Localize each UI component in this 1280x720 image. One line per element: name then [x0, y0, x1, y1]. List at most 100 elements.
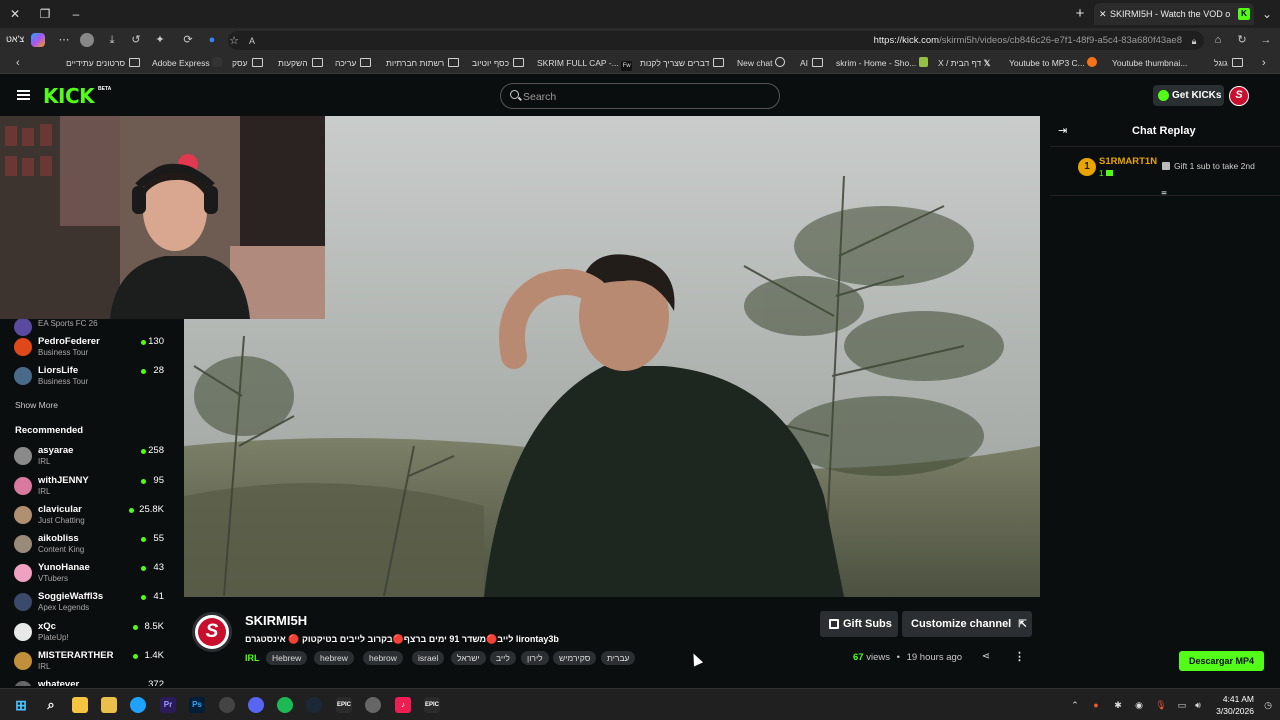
tag-chip[interactable]: ישראל [451, 651, 486, 665]
hamburger-menu-icon[interactable] [17, 90, 30, 100]
network-icon[interactable]: ▭ [1176, 699, 1188, 711]
profile-name[interactable]: צ'אט [6, 34, 24, 44]
search-bar[interactable] [500, 83, 780, 109]
bookmark-8[interactable]: דברים שצריך לקנות [640, 57, 725, 70]
bookmarks-overflow-icon[interactable]: › [1262, 57, 1266, 70]
spotify-icon[interactable] [277, 697, 293, 713]
reload-icon[interactable]: ↻ [1234, 32, 1250, 48]
share-icon[interactable]: ⋖ [980, 651, 992, 663]
vpn-icon[interactable]: ● [204, 32, 220, 48]
extensions-icon[interactable]: ✦ [152, 32, 168, 48]
bookmark-13[interactable]: Youtube to MP3 C... [1009, 57, 1098, 70]
edge-browser-icon[interactable] [130, 697, 146, 713]
tray-chevron-icon[interactable]: ⌃ [1069, 699, 1081, 711]
bookmark-7[interactable]: SKRIM FULL CAP -... Fw [537, 57, 633, 71]
bookmark-1[interactable]: Adobe Express [152, 57, 223, 70]
tag-chip[interactable]: סקירמיש [553, 651, 597, 665]
download-mp4-button[interactable]: Descargar MP4 [1179, 651, 1264, 671]
sidebar-channel[interactable]: whatever 372 [14, 678, 164, 686]
new-tab-icon[interactable]: + [1071, 5, 1089, 23]
customize-channel-button[interactable]: Customize channel ⇱ [902, 611, 1032, 637]
notifications-icon[interactable]: ◷ [1262, 699, 1274, 711]
app-icon[interactable] [219, 697, 235, 713]
bookmark-2[interactable]: עסק [232, 57, 263, 70]
tag-chip[interactable]: לייב [490, 651, 516, 665]
channel-name[interactable]: SKIRMI5H [245, 613, 307, 628]
photoshop-icon[interactable]: Ps [189, 697, 205, 713]
more-options-vertical-icon[interactable]: ⋮ [1014, 650, 1025, 664]
category-link[interactable]: IRL [245, 653, 260, 663]
clock-time[interactable]: 4:41 AM [1214, 694, 1254, 704]
tag-chip[interactable]: hebrew [314, 651, 354, 665]
downloads-icon[interactable]: ⤓ [104, 32, 120, 48]
discord-icon[interactable] [248, 697, 264, 713]
microphone-icon[interactable]: 🎙︎ [1155, 699, 1167, 711]
tag-chip[interactable]: לירון [521, 651, 549, 665]
channel-avatar[interactable]: S [192, 612, 232, 652]
tray-discord-icon[interactable]: ◉ [1133, 699, 1145, 711]
url-text[interactable]: https://kick.com/skirmi5h/videos/cb846c2… [874, 35, 1182, 46]
bookmarks-scroll-left-icon[interactable]: ‹ [16, 57, 20, 70]
close-tab-icon[interactable]: ✕ [1099, 3, 1107, 25]
sidebar-channel[interactable]: aikobliss Content King 55 [14, 532, 164, 560]
sidebar-channel[interactable]: LiorsLife Business Tour 28 [14, 364, 164, 392]
active-tab[interactable]: ✕ SKIRMI5H - Watch the VOD o K [1094, 3, 1254, 25]
history-icon[interactable]: ↺ [128, 32, 144, 48]
bookmark-0[interactable]: סרטונים עתידיים [66, 57, 141, 70]
premiere-pro-icon[interactable]: Pr [160, 697, 176, 713]
get-kicks-button[interactable]: Get KICKs [1153, 85, 1224, 106]
file-explorer-icon[interactable] [72, 697, 88, 713]
url-bar[interactable]: ☆ A https://kick.com/skirmi5h/videos/cb8… [228, 31, 1204, 50]
sidebar-channel[interactable]: PedroFederer Business Tour 130 [14, 335, 164, 363]
tray-app-icon[interactable]: ● [1090, 699, 1102, 711]
bookmark-12[interactable]: X / דף הבית 𝕏 [938, 57, 991, 70]
bookmark-4[interactable]: עריכה [335, 57, 372, 70]
bookmark-9[interactable]: New chat [737, 57, 785, 70]
sidebar-channel[interactable]: SoggieWaffl3s Apex Legends 41 [14, 590, 164, 618]
collapse-chat-icon[interactable]: ⇥ [1058, 125, 1070, 137]
close-window-icon[interactable]: ✕ [6, 5, 24, 23]
pinned-username[interactable]: S1RMART1N [1099, 156, 1157, 167]
epic-games-icon[interactable]: EPIC [336, 697, 352, 713]
bookmark-14[interactable]: Youtube thumbnai... [1112, 57, 1187, 70]
tag-chip[interactable]: israel [412, 651, 445, 665]
windows-start-icon[interactable]: ⊞ [13, 697, 29, 713]
search-icon[interactable]: ⌕ [43, 697, 59, 713]
user-avatar[interactable]: S [1229, 86, 1249, 106]
tray-app-icon[interactable]: ✱ [1112, 699, 1124, 711]
favorite-star-icon[interactable]: ☆ [226, 33, 242, 49]
clock-date[interactable]: 3/30/2026 [1204, 706, 1254, 716]
sidebar-channel[interactable]: YunoHanae VTubers 43 [14, 561, 164, 589]
bookmark-3[interactable]: השקעות [278, 57, 323, 70]
gift-subs-button[interactable]: Gift Subs [820, 611, 898, 637]
search-input[interactable] [523, 89, 763, 105]
sidebar-channel[interactable]: MISTERARTHER IRL 1.4K [14, 649, 164, 677]
more-options-icon[interactable]: ⋯ [56, 32, 72, 48]
copilot-icon[interactable] [31, 33, 45, 47]
show-more-link[interactable]: Show More [15, 400, 58, 410]
lock-icon[interactable]: 🔒︎ [1186, 33, 1202, 49]
kick-logo[interactable]: KICK [43, 84, 95, 108]
sidebar-channel[interactable]: xQc PlateUp! 8.5K [14, 620, 164, 648]
tag-chip[interactable]: hebrow [363, 651, 403, 665]
restore-window-icon[interactable]: ❐ [36, 5, 54, 23]
bookmark-6[interactable]: כסף יוטיוב [472, 57, 525, 70]
sidebar-channel[interactable]: asyarae IRL 258 [14, 444, 164, 472]
tag-chip[interactable]: עברית [601, 651, 636, 665]
minimize-window-icon[interactable]: – [67, 5, 85, 23]
refresh-extension-icon[interactable]: ⟳ [180, 32, 196, 48]
app-icon[interactable] [101, 697, 117, 713]
forward-icon[interactable]: → [1258, 32, 1274, 48]
tiktok-icon[interactable]: ♪ [395, 697, 411, 713]
bookmark-10[interactable]: AI [800, 57, 824, 70]
home-icon[interactable]: ⌂ [1210, 32, 1226, 48]
bookmark-5[interactable]: רשתות חברתיות [386, 57, 460, 70]
sidebar-channel[interactable]: clavicular Just Chatting 25.8K [14, 503, 164, 531]
read-aloud-icon[interactable]: A [244, 33, 260, 49]
sidebar-channel[interactable]: withJENNY IRL 95 [14, 474, 164, 502]
epic-games-icon[interactable]: EPIC [424, 697, 440, 713]
steam-icon[interactable] [306, 697, 322, 713]
volume-icon[interactable]: 🔊︎ [1192, 699, 1204, 711]
account-avatar-icon[interactable] [80, 33, 94, 47]
settings-gear-icon[interactable] [365, 697, 381, 713]
